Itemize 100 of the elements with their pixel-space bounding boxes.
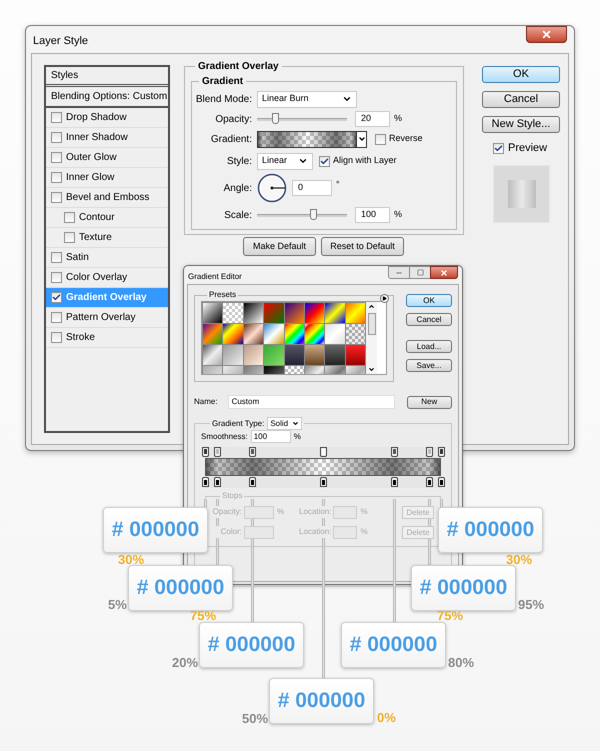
preset-swatch[interactable] (203, 345, 222, 365)
preset-swatch[interactable] (284, 324, 304, 344)
checkbox[interactable] (493, 142, 504, 154)
minimize-button[interactable] (388, 266, 410, 279)
slider-thumb[interactable] (310, 209, 317, 220)
opacity-stop-marker[interactable] (320, 447, 327, 457)
input-field[interactable]: 20 (355, 111, 390, 127)
color-stop-marker[interactable] (320, 477, 327, 487)
style-list-item[interactable]: Pattern Overlay (46, 308, 168, 328)
color-stop-marker[interactable] (438, 477, 445, 487)
button[interactable]: Save... (406, 359, 452, 372)
style-dropdown[interactable]: Linear (257, 152, 313, 170)
checkbox[interactable] (319, 156, 330, 166)
color-callout: # 000000 (411, 565, 516, 611)
opacity-stop-marker[interactable] (390, 447, 398, 457)
checkbox[interactable] (64, 212, 75, 223)
input-field[interactable]: 0 (292, 180, 332, 196)
gradient-picker[interactable] (257, 130, 367, 148)
styles-header[interactable]: Styles (46, 67, 168, 87)
preset-swatch[interactable] (223, 345, 243, 365)
checkbox[interactable] (51, 332, 62, 343)
gradient-type-dropdown[interactable]: Solid (267, 417, 302, 430)
preset-swatch[interactable] (284, 345, 304, 365)
style-list-item[interactable]: Stroke (46, 328, 168, 348)
preset-swatch[interactable] (203, 303, 222, 323)
scrollbar[interactable] (366, 302, 377, 374)
preset-swatch[interactable] (244, 345, 264, 365)
checkbox[interactable] (51, 292, 62, 303)
name-input[interactable]: Custom (228, 395, 395, 409)
button[interactable]: OK (406, 294, 452, 307)
checkbox[interactable] (51, 172, 62, 183)
blending-options-item[interactable]: Blending Options: Custom (46, 87, 168, 108)
checkbox[interactable] (51, 252, 62, 263)
button[interactable]: Load... (406, 340, 452, 353)
checkbox[interactable] (51, 112, 62, 123)
maximize-button[interactable] (410, 266, 430, 279)
button[interactable]: Reset to Default (321, 237, 404, 256)
color-stop-marker[interactable] (249, 477, 256, 487)
preset-swatch[interactable] (244, 303, 264, 323)
preset-swatch[interactable] (304, 345, 324, 365)
color-callout: # 000000 (438, 507, 543, 553)
button[interactable]: New Style... (482, 116, 560, 133)
button[interactable]: Cancel (406, 313, 452, 326)
preset-swatch[interactable] (304, 324, 324, 344)
opacity-stop-marker[interactable] (438, 447, 445, 457)
checkbox[interactable] (51, 152, 62, 163)
close-button[interactable] (526, 26, 567, 43)
style-list-item[interactable]: Drop Shadow (46, 108, 168, 128)
opacity-stop-marker[interactable] (214, 447, 221, 457)
close-button[interactable] (430, 266, 458, 279)
angle-dial[interactable] (257, 173, 287, 203)
preset-swatch[interactable] (346, 324, 365, 344)
blend-mode-dropdown[interactable]: Linear Burn (257, 90, 357, 108)
style-label: Outer Glow (66, 151, 117, 165)
preset-swatch[interactable] (223, 303, 243, 323)
style-list-item[interactable]: Outer Glow (46, 148, 168, 168)
color-stop-marker[interactable] (214, 477, 221, 487)
preset-swatch[interactable] (244, 324, 264, 344)
field-label: Angle: (222, 182, 253, 196)
style-list-item[interactable]: Contour (46, 208, 168, 228)
style-list-item[interactable]: Inner Shadow (46, 128, 168, 148)
button[interactable]: OK (482, 66, 560, 83)
style-list-item[interactable]: Satin (46, 248, 168, 268)
checkbox[interactable] (375, 134, 386, 144)
style-list-item[interactable]: Texture (46, 228, 168, 248)
color-stop-marker[interactable] (390, 477, 398, 487)
checkbox[interactable] (51, 192, 62, 203)
preset-swatch[interactable] (325, 303, 345, 323)
preset-swatch[interactable] (325, 345, 345, 365)
color-stop-marker[interactable] (202, 477, 209, 487)
preset-swatch[interactable] (264, 324, 284, 344)
scroll-thumb[interactable] (368, 313, 376, 335)
preset-swatch[interactable] (346, 345, 365, 365)
preset-swatch[interactable] (264, 345, 284, 365)
color-stop-marker[interactable] (426, 477, 434, 487)
checkbox[interactable] (51, 272, 62, 283)
style-list-item[interactable]: Inner Glow (46, 168, 168, 188)
opacity-stop-marker[interactable] (426, 447, 434, 457)
menu-arrow-icon[interactable] (380, 294, 389, 303)
preset-swatch[interactable] (346, 303, 365, 323)
caret-icon (298, 156, 308, 166)
button[interactable]: Make Default (243, 237, 316, 256)
preset-swatch[interactable] (223, 324, 243, 344)
smoothness-input[interactable]: 100 (250, 430, 291, 443)
checkbox[interactable] (64, 232, 75, 243)
preset-swatch[interactable] (203, 324, 222, 344)
button[interactable]: New (406, 396, 452, 408)
button[interactable]: Cancel (482, 91, 560, 108)
field-label: Location: (299, 506, 332, 518)
style-list-item[interactable]: Bevel and Emboss (46, 188, 168, 208)
input-field[interactable]: 100 (355, 207, 390, 223)
opacity-stop-marker[interactable] (249, 447, 256, 457)
preset-swatch[interactable] (304, 303, 324, 323)
preset-swatch[interactable] (264, 303, 284, 323)
opacity-stop-marker[interactable] (202, 447, 209, 457)
slider-thumb[interactable] (272, 113, 279, 124)
checkbox[interactable] (51, 312, 62, 323)
preset-swatch[interactable] (325, 324, 345, 344)
checkbox[interactable] (51, 132, 62, 143)
preset-swatch[interactable] (284, 303, 304, 323)
